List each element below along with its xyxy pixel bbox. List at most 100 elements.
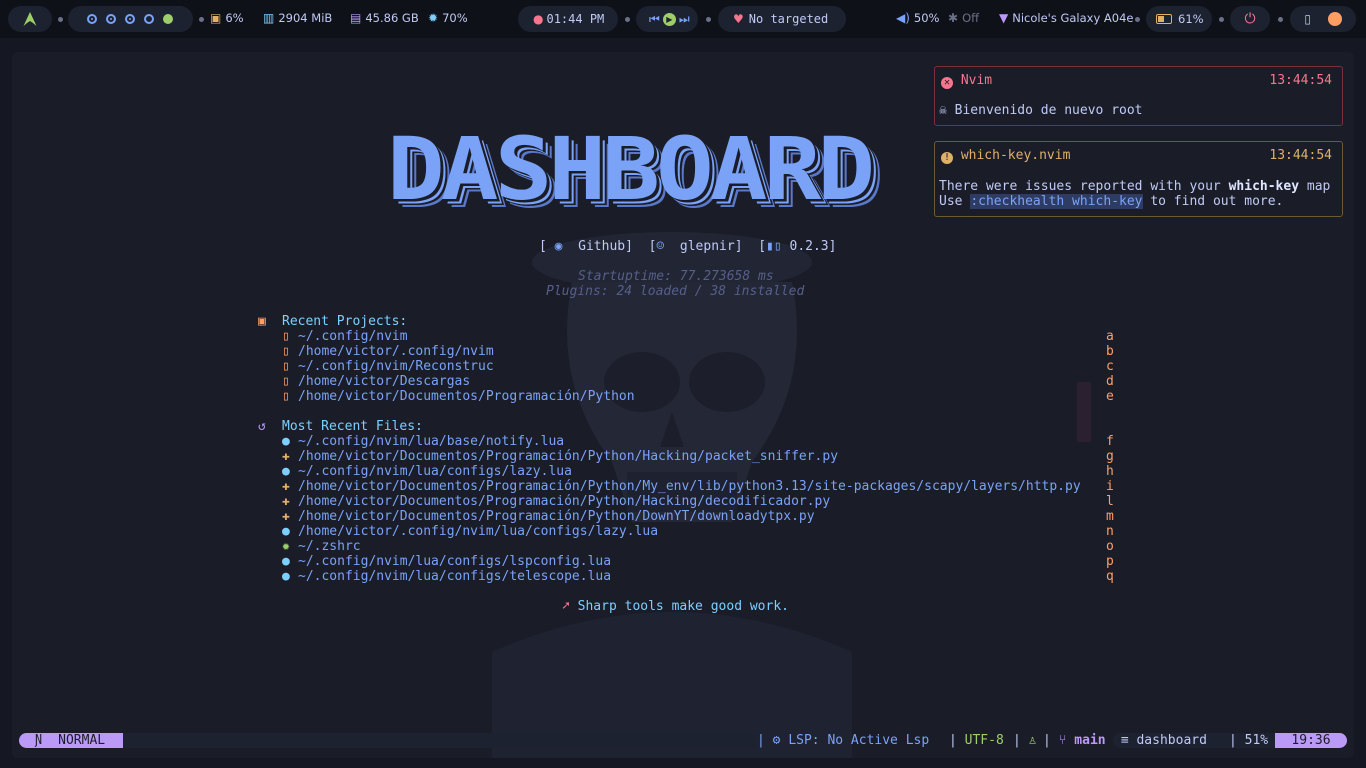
dashboard-footer: ➚ Sharp tools make good work. xyxy=(562,599,789,614)
os-indicator: | ♙ xyxy=(1013,733,1037,748)
ram-widget[interactable]: ▥ 2904 MiB xyxy=(263,11,332,25)
gear-icon: ✹ xyxy=(428,11,439,25)
lsp-status: | ⚙ LSP: No Active Lsp xyxy=(757,733,930,748)
recent-file-item[interactable]: /home/victor/Documentos/Programación/Pyt… xyxy=(298,494,830,509)
user-link[interactable]: [☺ glepnir] xyxy=(649,239,743,254)
power-button[interactable]: ⏻ xyxy=(1230,6,1270,32)
gear-icon: ✹ xyxy=(282,539,290,554)
list-icon: ≡ xyxy=(1120,733,1129,748)
shortcut-key: f xyxy=(1106,434,1114,449)
play-icon[interactable]: ▶ xyxy=(662,12,676,26)
shortcut-key: h xyxy=(1106,464,1114,479)
git-branch[interactable]: | ⑂ main xyxy=(1043,733,1113,748)
history-icon: ↺ xyxy=(258,419,266,434)
lua-icon: ● xyxy=(282,569,290,584)
workspace-5[interactable] xyxy=(163,14,173,24)
shortcut-key: c xyxy=(1106,359,1114,374)
top-bar: ▣ 6% ▥ 2904 MiB ▤ 45.86 GB ✹ 70% ● 01:44… xyxy=(0,0,1366,38)
arch-icon xyxy=(23,12,37,26)
workspace-2[interactable] xyxy=(106,14,116,24)
package-icon: ▮▯ xyxy=(766,239,782,254)
statusline: Ɲ NORMAL | ⚙ LSP: No Active Lsp | UTF-8 … xyxy=(0,733,1366,750)
launcher-button[interactable] xyxy=(8,6,52,32)
recent-files-title: Most Recent Files: xyxy=(282,419,423,434)
recent-file-item[interactable]: ~/.config/nvim/lua/base/notify.lua xyxy=(298,434,564,449)
mode-indicator: Ɲ NORMAL xyxy=(19,733,123,748)
recent-file-item[interactable]: ~/.config/nvim/lua/configs/lazy.lua xyxy=(298,464,572,479)
project-item[interactable]: ~/.config/nvim xyxy=(298,329,408,344)
workspace-4[interactable] xyxy=(144,14,154,24)
scroll-percent: | 51% xyxy=(1229,733,1275,748)
wifi-widget[interactable]: ▼ Nicole's Galaxy A04e xyxy=(999,11,1134,25)
disk-widget[interactable]: ▤ 45.86 GB xyxy=(350,11,419,25)
dashboard-banner: DASHBOARD xyxy=(387,132,875,217)
battery-widget[interactable]: 61% xyxy=(1146,6,1212,32)
volume-widget[interactable]: ◀) 50% xyxy=(896,11,939,25)
media-controls: ⏮ ▶ ⏭ xyxy=(636,6,698,32)
project-item[interactable]: ~/.config/nvim/Reconstruc xyxy=(298,359,494,374)
recent-file-item[interactable]: ~/.zshrc xyxy=(298,539,361,554)
warning-icon: ! xyxy=(941,152,953,164)
branch-icon: ⑂ xyxy=(1058,733,1067,748)
gears-icon: ⚙ xyxy=(772,733,781,748)
project-item[interactable]: /home/victor/Documentos/Programación/Pyt… xyxy=(298,389,635,404)
project-item[interactable]: /home/victor/.config/nvim xyxy=(298,344,494,359)
lua-icon: ● xyxy=(282,434,290,449)
tray: ▯ xyxy=(1290,6,1356,32)
recent-file-item[interactable]: /home/victor/.config/nvim/lua/configs/la… xyxy=(298,524,658,539)
recent-file-item[interactable]: /home/victor/Documentos/Programación/Pyt… xyxy=(298,509,815,524)
clock-icon: ● xyxy=(533,12,544,26)
recent-file-item[interactable]: /home/victor/Documentos/Programación/Pyt… xyxy=(298,479,1081,494)
power-icon: ⏻ xyxy=(1244,11,1256,27)
workspace-3[interactable] xyxy=(125,14,135,24)
recent-file-item[interactable]: ~/.config/nvim/lua/configs/lspconfig.lua xyxy=(298,554,611,569)
shortcut-key: e xyxy=(1106,389,1114,404)
folder-icon: ▯ xyxy=(282,374,290,389)
encoding: | UTF-8 xyxy=(949,733,1004,748)
cpu-widget[interactable]: ▣ 6% xyxy=(210,11,244,25)
notification-which-key[interactable]: ! which-key.nvim 13:44:54 There were iss… xyxy=(934,141,1343,217)
recent-file-item[interactable]: ~/.config/nvim/lua/configs/telescope.lua xyxy=(298,569,611,584)
shortcut-key: a xyxy=(1106,329,1114,344)
lua-icon: ● xyxy=(282,524,290,539)
memory-icon: ▥ xyxy=(263,11,275,25)
clock-widget[interactable]: ● 01:44 PM xyxy=(518,6,618,32)
terminal-window[interactable]: DASHBOARD [ ◉ Github] [☺ glepnir] [▮▯ 0.… xyxy=(12,52,1354,758)
clipboard-icon[interactable]: ▯ xyxy=(1304,12,1311,26)
shortcut-key: b xyxy=(1106,344,1114,359)
startuptime: Startuptime: 77.273658 ms xyxy=(578,269,774,284)
version-link[interactable]: [▮▯ 0.2.3] xyxy=(758,239,836,254)
workspace-1[interactable] xyxy=(87,14,97,24)
shortcut-key: m xyxy=(1106,509,1114,524)
next-icon[interactable]: ⏭ xyxy=(679,12,690,26)
folder-icon: ▯ xyxy=(282,359,290,374)
music-icon: ♥ xyxy=(733,12,744,26)
temp-widget[interactable]: ✹ 70% xyxy=(428,11,468,25)
error-icon: ✕ xyxy=(941,77,953,89)
dashboard-links: [ ◉ Github] [☺ glepnir] [▮▯ 0.2.3] xyxy=(539,239,836,254)
recent-projects-title: Recent Projects: xyxy=(282,314,408,329)
lua-icon: ● xyxy=(282,554,290,569)
volume-icon: ◀) xyxy=(896,11,910,25)
project-item[interactable]: /home/victor/Descargas xyxy=(298,374,470,389)
recent-file-item[interactable]: /home/victor/Documentos/Programación/Pyt… xyxy=(298,449,838,464)
neovim-icon: Ɲ xyxy=(34,733,43,748)
cursor-position: 19:36 xyxy=(1275,733,1347,748)
media-status[interactable]: ♥ No targeted xyxy=(718,6,846,32)
shortcut-key: o xyxy=(1106,539,1114,554)
bluetooth-widget[interactable]: ✱ Off xyxy=(948,11,979,25)
previous-icon[interactable]: ⏮ xyxy=(649,12,660,26)
shortcut-key: g xyxy=(1106,449,1114,464)
github-link[interactable]: [ ◉ Github] xyxy=(539,239,633,254)
python-icon: ✚ xyxy=(282,494,290,509)
shortcut-key: l xyxy=(1106,494,1114,509)
shortcut-key: d xyxy=(1106,374,1114,389)
folder-icon: ▯ xyxy=(282,329,290,344)
avatar[interactable] xyxy=(1327,12,1342,26)
shortcut-key: i xyxy=(1106,479,1114,494)
notification-nvim[interactable]: ✕ Nvim 13:44:54 ☠ Bienvenido de nuevo ro… xyxy=(934,66,1343,126)
shortcut-key: q xyxy=(1106,569,1114,584)
disk-icon: ▤ xyxy=(350,11,362,25)
shortcut-key: n xyxy=(1106,524,1114,539)
github-icon: ◉ xyxy=(546,239,571,254)
